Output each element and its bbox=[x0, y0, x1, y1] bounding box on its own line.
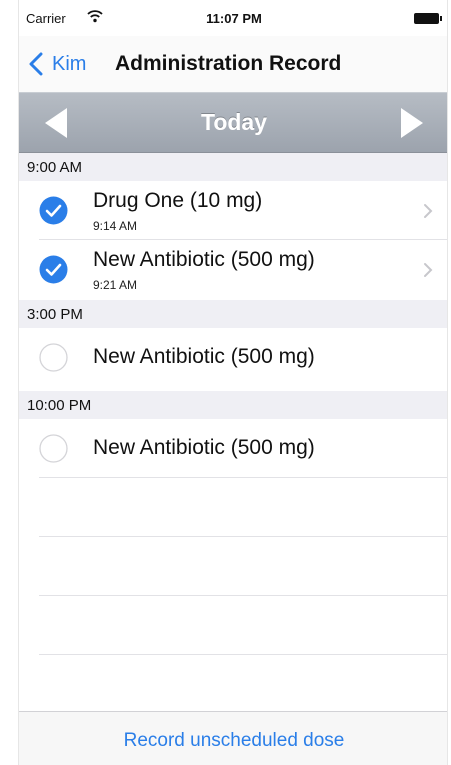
item-title: New Antibiotic (500 mg) bbox=[93, 248, 315, 271]
status-bar: Carrier 11:07 PM bbox=[19, 0, 447, 36]
battery-icon bbox=[414, 13, 442, 24]
section-header: 3:00 PM bbox=[19, 300, 447, 328]
record-unscheduled-dose-button[interactable]: Record unscheduled dose bbox=[19, 730, 447, 752]
chevron-right-icon bbox=[424, 263, 433, 277]
row-divider bbox=[39, 654, 447, 655]
empty-circle-icon[interactable] bbox=[39, 434, 68, 463]
chevron-right-icon bbox=[424, 204, 433, 218]
row-divider bbox=[39, 595, 447, 596]
date-label: Today bbox=[200, 109, 268, 135]
item-time: 9:21 AM bbox=[93, 278, 138, 292]
section-header-label: 10:00 PM bbox=[27, 397, 92, 414]
date-selector: Today bbox=[19, 92, 447, 153]
item-time: 9:14 AM bbox=[93, 219, 138, 233]
back-label: Kim bbox=[52, 52, 87, 75]
phone-screen: Carrier 11:07 PM Kim Administration Reco… bbox=[18, 0, 448, 765]
bottom-toolbar: Record unscheduled dose bbox=[19, 711, 447, 765]
list-item[interactable]: New Antibiotic (500 mg) bbox=[19, 328, 447, 387]
section-header-label: 9:00 AM bbox=[27, 159, 83, 176]
row-divider bbox=[39, 477, 447, 478]
row-divider bbox=[39, 536, 447, 537]
list-item[interactable]: Drug One (10 mg) 9:14 AM bbox=[19, 181, 447, 240]
list-item[interactable]: New Antibiotic (500 mg) 9:21 AM bbox=[19, 240, 447, 299]
section-header-label: 3:00 PM bbox=[27, 306, 83, 323]
empty-circle-icon[interactable] bbox=[39, 343, 68, 372]
item-title: Drug One (10 mg) bbox=[93, 189, 263, 212]
item-title: New Antibiotic (500 mg) bbox=[93, 436, 315, 459]
chevron-left-icon bbox=[29, 52, 43, 76]
list-item[interactable]: New Antibiotic (500 mg) bbox=[19, 419, 447, 478]
item-title: New Antibiotic (500 mg) bbox=[93, 345, 315, 368]
next-day-button[interactable] bbox=[399, 107, 425, 139]
section-header: 10:00 PM bbox=[19, 391, 447, 419]
checkmark-circle-icon[interactable] bbox=[39, 196, 68, 225]
section-header: 9:00 AM bbox=[19, 153, 447, 181]
navigation-bar: Kim Administration Record bbox=[19, 36, 447, 92]
checkmark-circle-icon[interactable] bbox=[39, 255, 68, 284]
status-time: 11:07 PM bbox=[206, 11, 262, 26]
back-button[interactable]: Kim bbox=[27, 50, 86, 78]
page-title: Administration Record bbox=[115, 52, 342, 75]
